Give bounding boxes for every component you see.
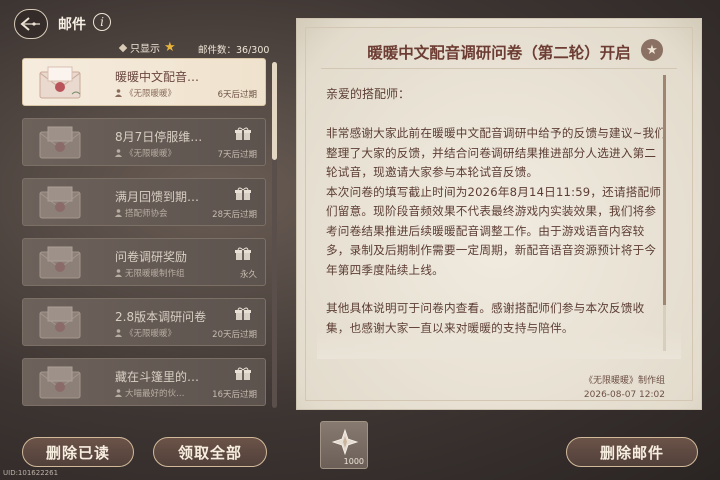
person-icon — [115, 269, 122, 277]
gift-icon — [235, 187, 251, 200]
gift-icon — [235, 307, 251, 320]
claim-all-button[interactable]: 领取全部 — [153, 437, 267, 467]
letter-scroll-thumb[interactable] — [663, 75, 666, 305]
mail-subject: 暖暖中文配音… — [115, 70, 200, 84]
info-icon[interactable]: i — [93, 13, 111, 31]
letter-paragraph: 本次问卷的填写截止时间为2026年8月14日11:59，还请搭配师们留意。现阶段… — [326, 184, 662, 277]
mail-sender: 无限暖暖制作组 — [115, 267, 185, 279]
delete-mail-button[interactable]: 删除邮件 — [566, 437, 698, 467]
mail-sender-name: 《无限暖暖》 — [125, 149, 177, 159]
envelope-icon — [32, 364, 90, 402]
mail-sender-name: 搭配师协会 — [125, 209, 168, 219]
filter-starred-toggle[interactable]: 只显示 ★ — [118, 40, 176, 55]
gift-icon — [235, 367, 251, 380]
attachment-item[interactable]: 1000 — [320, 421, 368, 469]
uid-label: UID:101622261 — [3, 469, 59, 477]
back-arrow-icon — [20, 17, 40, 31]
person-icon — [115, 89, 122, 97]
envelope-icon — [32, 124, 90, 162]
mail-expire: 20天后过期 — [212, 330, 257, 340]
mail-sender-name: 《无限暖暖》 — [125, 89, 177, 99]
person-icon — [115, 389, 122, 397]
mail-sender-name: 《无限暖暖》 — [125, 329, 177, 339]
envelope-icon — [32, 64, 90, 102]
filter-label: 只显示 — [130, 44, 160, 55]
letter-signature: 《无限暖暖》制作组 — [583, 376, 665, 386]
mail-item[interactable]: 藏在斗篷里的… 大喵最好的伙… 16天后过期 — [22, 358, 266, 406]
star-icon: ★ — [646, 42, 658, 58]
mail-sender-name: 大喵最好的伙… — [125, 389, 185, 399]
envelope-icon — [32, 184, 90, 222]
letter-fade — [317, 329, 681, 359]
mail-sender: 《无限暖暖》 — [115, 147, 176, 159]
letter-body[interactable]: 非常感谢大家此前在暖暖中文配音调研中给予的反馈与建议~我们整理了大家的反馈，并结… — [326, 124, 668, 354]
mail-subject: 问卷调研奖励 — [115, 250, 188, 264]
mail-subject: 藏在斗篷里的… — [115, 370, 200, 384]
mail-expire: 7天后过期 — [217, 150, 257, 160]
mail-subject: 2.8版本调研问卷 — [115, 310, 207, 324]
mail-subject: 满月回馈到期… — [115, 190, 200, 204]
envelope-icon — [32, 304, 90, 342]
letter-panel: 暖暖中文配音调研问卷（第二轮）开启 ★ 亲爱的搭配师： 非常感谢大家此前在暖暖中… — [296, 18, 702, 410]
gift-icon — [235, 247, 251, 260]
mail-sender: 《无限暖暖》 — [115, 327, 176, 339]
letter-paragraph: 非常感谢大家此前在暖暖中文配音调研中给予的反馈与建议~我们整理了大家的反馈，并结… — [326, 126, 667, 179]
mail-sender: 《无限暖暖》 — [115, 87, 176, 99]
gift-icon — [235, 127, 251, 140]
star-icon: ★ — [164, 40, 176, 55]
letter-date: 2026-08-07 12:02 — [583, 390, 665, 400]
person-icon — [115, 149, 122, 157]
mail-list-scroll-thumb[interactable] — [272, 62, 277, 160]
mail-sender-name: 无限暖暖制作组 — [125, 269, 185, 279]
mail-count: 邮件数：36/300 — [198, 45, 270, 56]
mail-expire: 28天后过期 — [212, 210, 257, 220]
mail-subject: 8月7日停服维… — [115, 130, 203, 144]
mail-expire: 永久 — [239, 270, 257, 280]
favorite-star-button[interactable]: ★ — [641, 39, 663, 61]
page-title: 邮件 — [58, 17, 86, 33]
mail-expire: 16天后过期 — [212, 390, 257, 400]
mail-item[interactable]: 暖暖中文配音… 《无限暖暖》 6天后过期 — [22, 58, 266, 106]
envelope-icon — [32, 244, 90, 282]
mail-item[interactable]: 满月回馈到期… 搭配师协会 28天后过期 — [22, 178, 266, 226]
star-crystal-icon — [331, 428, 359, 456]
mail-item[interactable]: 问卷调研奖励 无限暖暖制作组 永久 — [22, 238, 266, 286]
mail-expire: 6天后过期 — [217, 90, 257, 100]
mail-item[interactable]: 8月7日停服维… 《无限暖暖》 7天后过期 — [22, 118, 266, 166]
back-button[interactable] — [14, 9, 48, 39]
divider — [321, 68, 677, 69]
mail-sender: 搭配师协会 — [115, 207, 168, 219]
mail-item[interactable]: 2.8版本调研问卷 《无限暖暖》 20天后过期 — [22, 298, 266, 346]
person-icon — [115, 209, 122, 217]
person-icon — [115, 329, 122, 337]
delete-read-button[interactable]: 删除已读 — [22, 437, 134, 467]
letter-greeting: 亲爱的搭配师： — [326, 87, 411, 101]
mail-sender: 大喵最好的伙… — [115, 387, 185, 399]
diamond-icon — [118, 43, 128, 52]
attachment-quantity: 1000 — [343, 457, 364, 466]
